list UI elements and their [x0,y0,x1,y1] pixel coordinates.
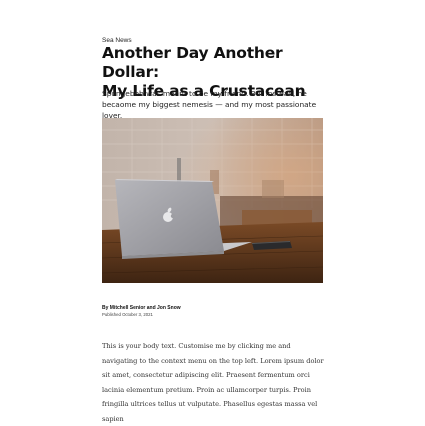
section-kicker[interactable]: Sea News [102,37,132,44]
byline: By Mitchell Senior and Jon Snow [102,305,181,311]
hero-image [102,118,323,283]
article-body: This is your body text. Customise me by … [102,342,324,423]
laptop-photo-icon [102,118,323,283]
authors[interactable]: Mitchell Senior and Jon Snow [110,305,181,311]
article-subtitle: Spongebob was meant to be my friend. But… [102,89,317,120]
byline-prefix: By [102,305,109,311]
title-line-1: Another Day Another Dollar: [102,44,283,81]
published-date: Published October 3, 2021 [102,312,153,317]
